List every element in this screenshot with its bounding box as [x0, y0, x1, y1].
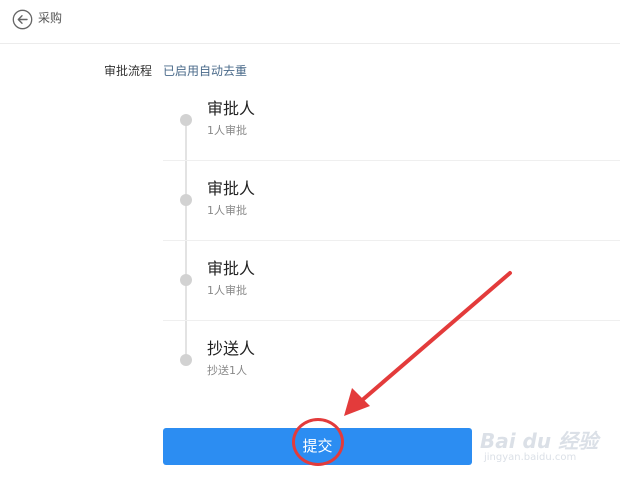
top-bar: 采购 — [0, 0, 620, 44]
step-title: 抄送人 — [207, 339, 256, 358]
approver-step-1[interactable]: 审批人 1人审批 — [163, 80, 620, 161]
watermark: Bai du 经验 jingyan.baidu.com — [470, 420, 610, 470]
step-dot — [180, 354, 192, 366]
step-subtitle: 1人审批 — [207, 204, 247, 217]
step-dot — [180, 114, 192, 126]
step-subtitle: 1人审批 — [207, 284, 247, 297]
watermark-logo: Bai du 经验 — [480, 429, 599, 453]
step-subtitle: 抄送1人 — [207, 364, 247, 377]
step-subtitle: 1人审批 — [207, 124, 247, 137]
cc-step[interactable]: 抄送人 抄送1人 — [163, 320, 620, 400]
approver-step-2[interactable]: 审批人 1人审批 — [163, 160, 620, 241]
approval-flow-status: 已启用自动去重 — [163, 64, 248, 78]
back-arrow-icon[interactable] — [12, 9, 33, 30]
step-dot — [180, 194, 192, 206]
highlight-circle — [292, 418, 344, 466]
approval-flow-label: 审批流程 — [104, 64, 153, 78]
watermark-url: jingyan.baidu.com — [484, 452, 577, 463]
approval-flow-row: 审批流程 已启用自动去重 — [0, 63, 620, 79]
step-title: 审批人 — [207, 179, 256, 198]
step-title: 审批人 — [207, 259, 256, 278]
step-title: 审批人 — [207, 99, 256, 118]
page-title: 采购 — [38, 11, 63, 25]
approver-step-3[interactable]: 审批人 1人审批 — [163, 240, 620, 321]
step-dot — [180, 274, 192, 286]
